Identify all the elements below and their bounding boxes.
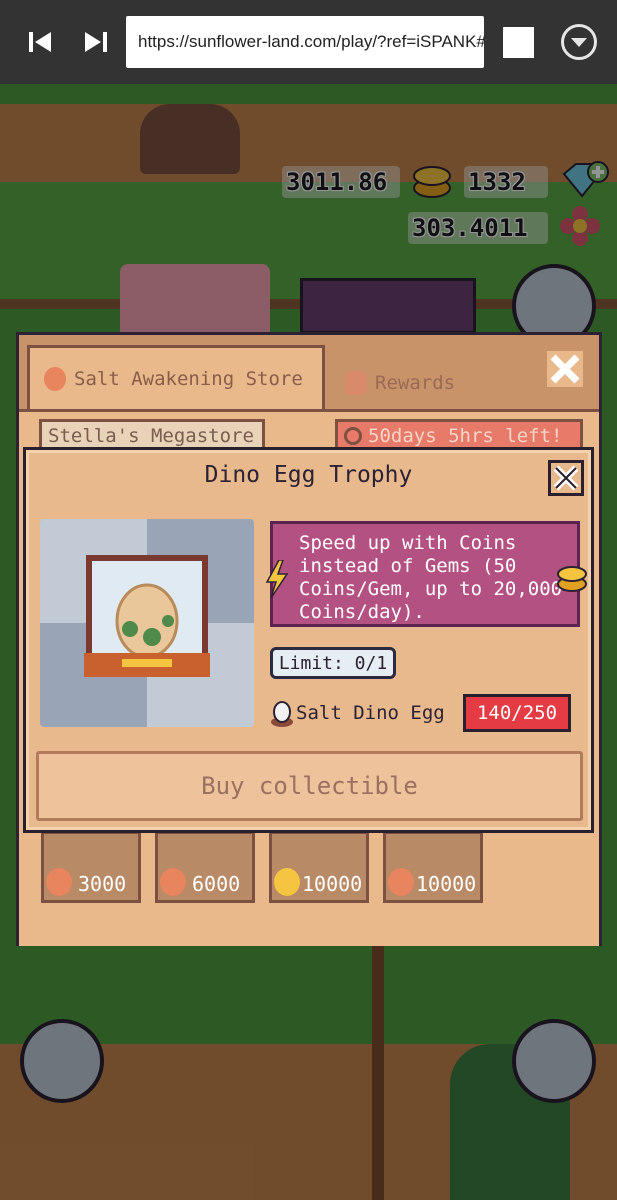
dino-egg-trophy-image [40, 519, 254, 727]
skip-back-icon[interactable] [20, 24, 60, 60]
tab-label: Rewards [375, 372, 456, 394]
stop-icon[interactable] [503, 27, 534, 58]
item-price: 10000 [302, 872, 363, 896]
ingredient-count-badge: 140/250 [463, 694, 571, 732]
store-item-card[interactable]: 3000 [41, 831, 141, 903]
store-item-card[interactable]: 6000 [155, 831, 255, 903]
browser-toolbar: https://sunflower-land.com/play/?ref=iSP… [0, 0, 617, 84]
item-price: 6000 [192, 872, 241, 896]
chevron-down-icon[interactable] [561, 24, 597, 60]
salt-egg-icon [388, 868, 414, 896]
coin-icon [274, 868, 300, 896]
tab-label: Salt Awakening Store [74, 367, 303, 390]
item-price: 3000 [78, 872, 127, 896]
speed-up-text: Speed up with Coins instead of Gems (50 … [299, 532, 563, 623]
ingredient-name: Salt Dino Egg [296, 702, 445, 724]
store-item-card[interactable]: 10000 [383, 831, 483, 903]
modal-title: Dino Egg Trophy [204, 462, 413, 488]
tab-salt-awakening-store[interactable]: Salt Awakening Store [27, 345, 325, 409]
url-text: https://sunflower-land.com/play/?ref=iSP… [138, 32, 484, 51]
salt-egg-icon [44, 366, 66, 391]
store-item-card[interactable]: 10000 [269, 831, 369, 903]
buy-collectible-button[interactable]: Buy collectible [36, 751, 583, 821]
close-icon[interactable] [545, 349, 585, 389]
salt-egg-icon [160, 868, 186, 896]
shop-name: Stella's Megastore [48, 425, 254, 447]
rewards-icon [345, 371, 367, 395]
item-price: 10000 [416, 872, 477, 896]
item-detail-modal: Dino Egg Trophy Speed up with Coins inst… [23, 447, 594, 833]
time-left-text: 50days 5hrs left! [368, 425, 563, 447]
lightning-icon [265, 559, 289, 604]
speed-up-info-box: Speed up with Coins instead of Gems (50 … [265, 521, 587, 627]
coin-stack-icon [555, 560, 589, 600]
salt-egg-icon [46, 868, 72, 896]
skip-forward-icon[interactable] [76, 24, 116, 60]
close-icon[interactable] [546, 458, 586, 498]
address-bar[interactable]: https://sunflower-land.com/play/?ref=iSP… [126, 16, 484, 68]
purchase-limit: Limit: 0/1 [270, 647, 396, 679]
clock-icon [344, 427, 362, 445]
tab-rewards[interactable]: Rewards [331, 355, 509, 411]
trophy-case-icon [84, 555, 210, 677]
salt-dino-egg-icon [270, 700, 294, 732]
